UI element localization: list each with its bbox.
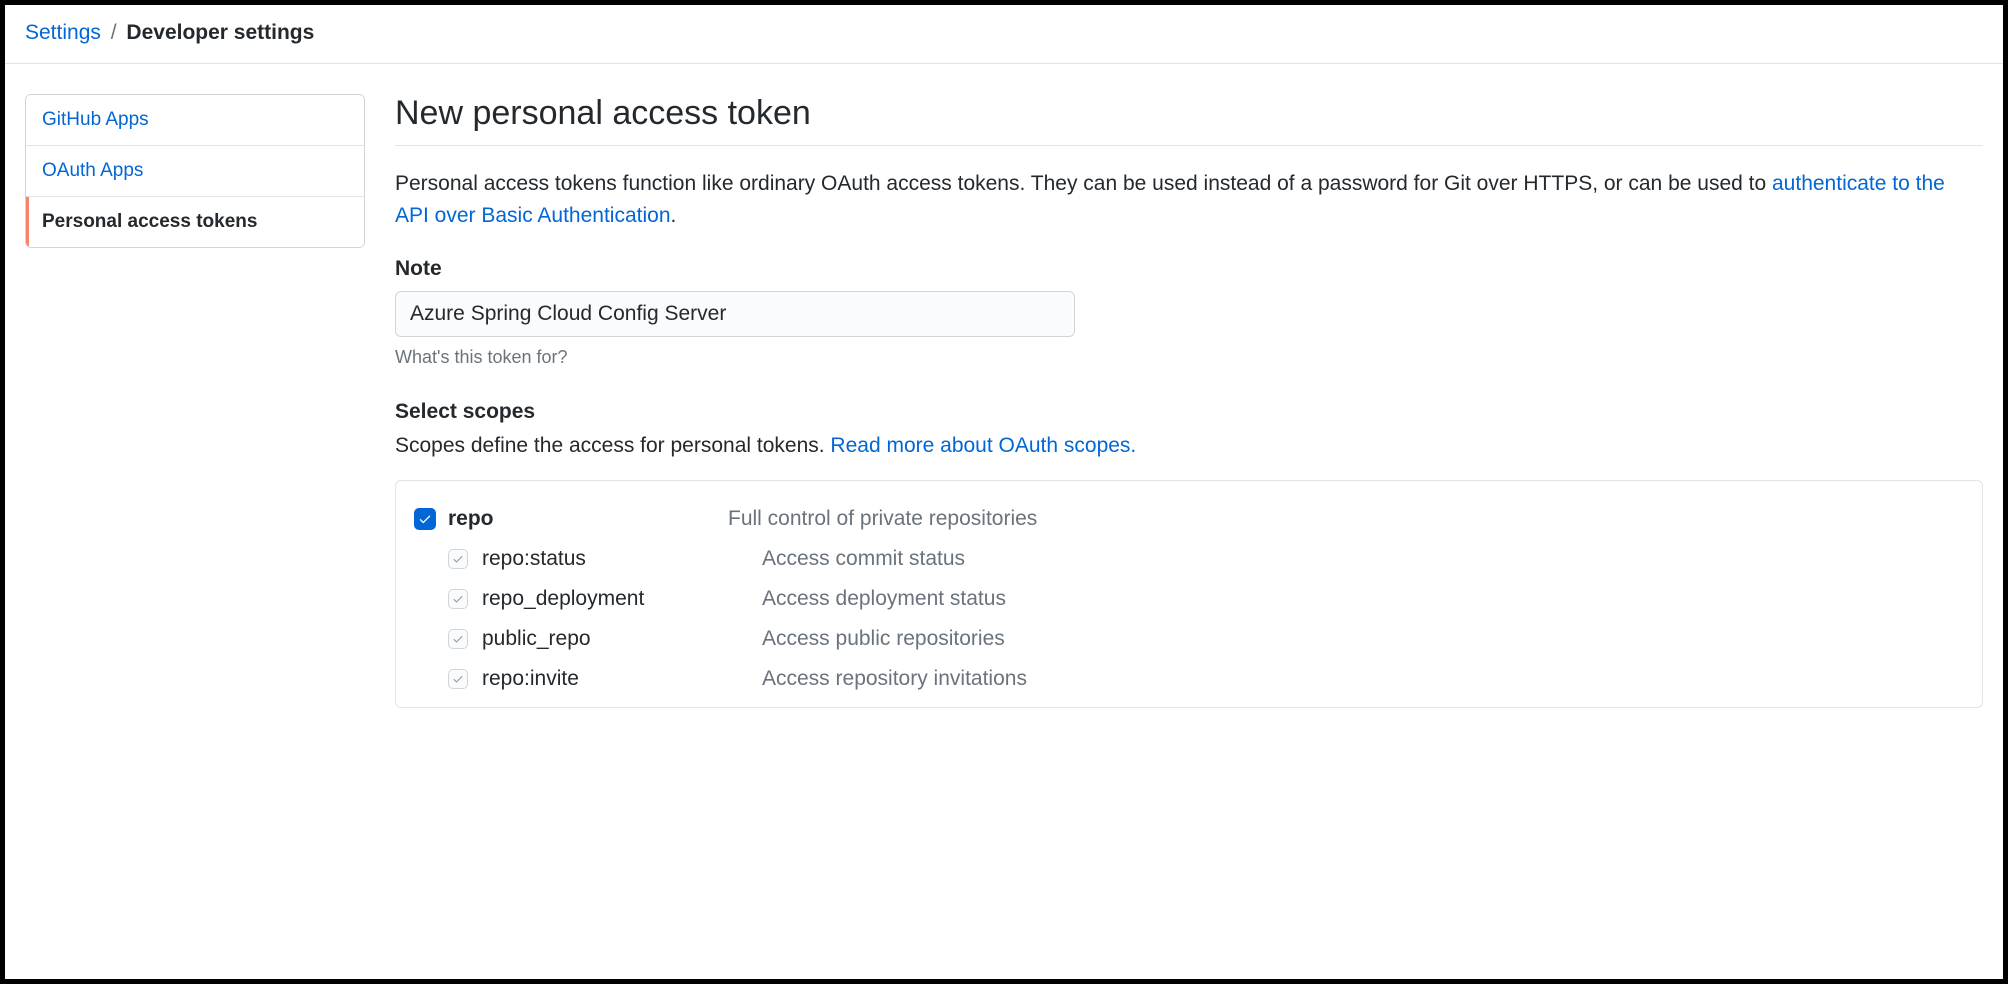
note-input[interactable] [395,291,1075,337]
scopes-description: Scopes define the access for personal to… [395,434,1983,458]
checkmark-icon [452,553,464,565]
scope-row-repo: repo Full control of private repositorie… [414,499,1964,539]
checkbox-repo-status[interactable] [448,549,468,569]
scope-row-public-repo: public_repo Access public repositories [414,619,1964,659]
page-description-text: Personal access tokens function like ord… [395,172,1772,195]
checkbox-repo-invite[interactable] [448,669,468,689]
scope-name-public-repo: public_repo [482,627,762,651]
checkmark-icon [452,633,464,645]
scopes-read-more-link[interactable]: Read more about OAuth scopes. [830,434,1136,457]
scope-desc-repo-invite: Access repository invitations [762,667,1027,691]
sidebar: GitHub Apps OAuth Apps Personal access t… [25,94,365,708]
breadcrumb-parent-link[interactable]: Settings [25,21,101,44]
scopes-box: repo Full control of private repositorie… [395,480,1983,708]
sidebar-item-personal-access-tokens[interactable]: Personal access tokens [26,197,364,247]
breadcrumb-separator: / [111,21,117,44]
scope-row-repo-status: repo:status Access commit status [414,539,1964,579]
sidebar-item-github-apps[interactable]: GitHub Apps [26,95,364,146]
checkbox-public-repo[interactable] [448,629,468,649]
note-hint: What's this token for? [395,347,1983,368]
sidebar-menu: GitHub Apps OAuth Apps Personal access t… [25,94,365,248]
checkmark-icon [452,593,464,605]
scope-name-repo: repo [448,507,728,531]
scopes-desc-text: Scopes define the access for personal to… [395,434,830,457]
checkmark-icon [452,673,464,685]
breadcrumb: Settings / Developer settings [5,5,2003,64]
scope-row-repo-deployment: repo_deployment Access deployment status [414,579,1964,619]
scope-name-repo-invite: repo:invite [482,667,762,691]
main-content: New personal access token Personal acces… [395,94,1983,708]
checkmark-icon [418,512,432,526]
scope-desc-repo: Full control of private repositories [728,507,1037,531]
page-description-suffix: . [671,204,677,227]
scope-row-repo-invite: repo:invite Access repository invitation… [414,659,1964,699]
scope-name-repo-deployment: repo_deployment [482,587,762,611]
scope-name-repo-status: repo:status [482,547,762,571]
scope-desc-repo-deployment: Access deployment status [762,587,1006,611]
scopes-label: Select scopes [395,400,1983,424]
checkbox-repo-deployment[interactable] [448,589,468,609]
sidebar-item-oauth-apps[interactable]: OAuth Apps [26,146,364,197]
scope-desc-repo-status: Access commit status [762,547,965,571]
page-title: New personal access token [395,94,1983,146]
breadcrumb-current: Developer settings [126,21,314,44]
checkbox-repo[interactable] [414,508,436,530]
scope-desc-public-repo: Access public repositories [762,627,1005,651]
page-description: Personal access tokens function like ord… [395,168,1983,231]
note-label: Note [395,257,1983,281]
